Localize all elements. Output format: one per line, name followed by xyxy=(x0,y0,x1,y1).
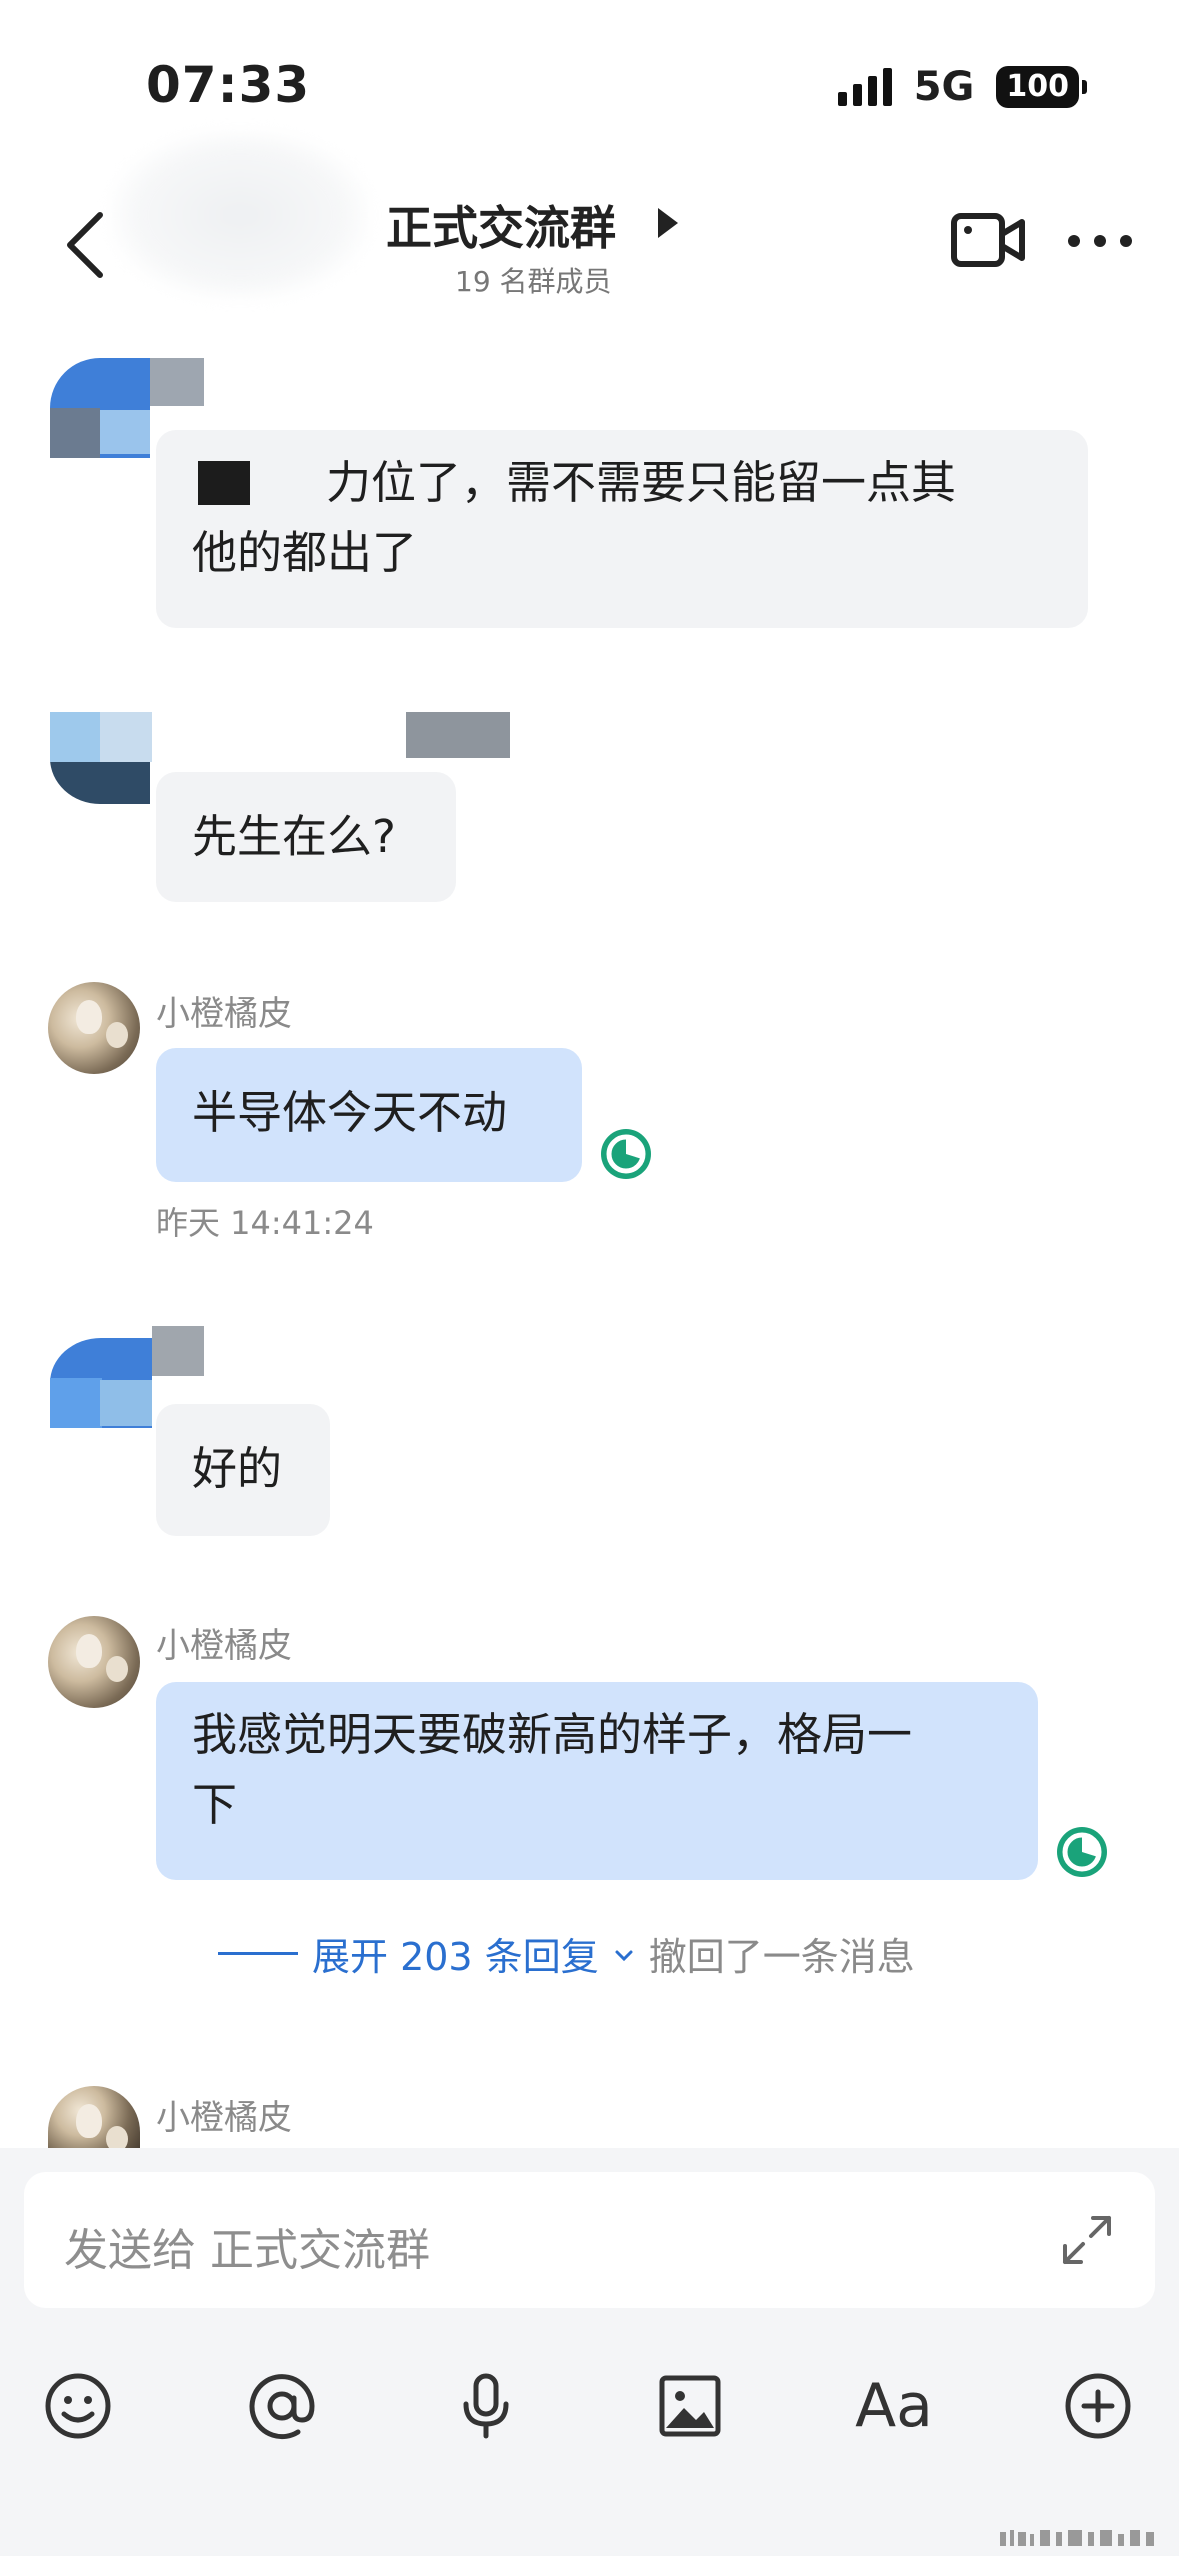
input-placeholder: 发送给 正式交流群 xyxy=(64,2225,430,2276)
caret-right-icon[interactable] xyxy=(658,208,678,238)
expand-replies-link[interactable]: 展开 203 条回复 xyxy=(312,1926,599,1981)
sender-name: 小橙橘皮 xyxy=(156,1626,292,1666)
message-text: 力位了，需不需要只能留一点其 xyxy=(326,456,957,509)
signal-icon xyxy=(837,68,892,106)
thread-reply-row: 展开 203 条回复 撤回了一条消息 xyxy=(218,1926,915,1981)
message-text: 他的都出了 xyxy=(192,526,418,579)
message-bubble[interactable]: 我感觉明天要破新高的样子，格局一 下 xyxy=(156,1682,1038,1880)
mosaic-block xyxy=(50,1378,102,1428)
avatar[interactable] xyxy=(48,1616,140,1708)
message-bubble[interactable]: 先生在么? xyxy=(156,772,456,902)
text-style-button[interactable]: Aa xyxy=(855,2368,933,2444)
sender-name: 小橙橘皮 xyxy=(156,2098,292,2138)
message-input[interactable]: 发送给 正式交流群 xyxy=(24,2172,1155,2308)
image-button[interactable] xyxy=(652,2368,728,2444)
message-text: 下 xyxy=(192,1778,238,1831)
text-style-icon: Aa xyxy=(855,2371,933,2441)
recall-notice: 撤回了一条消息 xyxy=(648,1935,915,1979)
reply-divider xyxy=(218,1952,298,1955)
video-camera-icon xyxy=(951,213,1025,267)
message-text: 先生在么? xyxy=(192,810,396,863)
mosaic-block xyxy=(150,358,204,406)
message-text: 好的 xyxy=(192,1442,283,1495)
read-receipt-icon xyxy=(1057,1827,1107,1877)
watermark-icon xyxy=(1000,2530,1154,2546)
emoji-button[interactable] xyxy=(40,2368,116,2444)
message-line: 力位了，需不需要只能留一点其 xyxy=(192,448,1052,518)
mosaic-block xyxy=(50,712,102,762)
member-count[interactable]: 19 名群成员 xyxy=(455,260,612,300)
message-bubble[interactable]: 半导体今天不动 xyxy=(156,1048,582,1182)
chat-screen: 07:33 5G 100 正式交流群 19 名群成员 力位了，需不需要只能留一点… xyxy=(0,0,1179,2556)
add-icon xyxy=(1065,2373,1131,2439)
read-receipt-icon xyxy=(601,1129,651,1179)
mosaic-block xyxy=(50,408,100,458)
redaction-block xyxy=(198,461,250,505)
status-time: 07:33 xyxy=(146,56,311,114)
microphone-icon xyxy=(463,2373,509,2439)
sender-name: 小橙橘皮 xyxy=(156,994,292,1034)
mention-icon xyxy=(249,2374,315,2440)
add-button[interactable] xyxy=(1060,2368,1136,2444)
message-text: 我感觉明天要破新高的样子，格局一 xyxy=(192,1708,913,1761)
composer-toolbar: Aa xyxy=(0,2368,1179,2478)
message-bubble[interactable]: 力位了，需不需要只能留一点其 他的都出了 xyxy=(156,430,1088,628)
battery-level: 100 xyxy=(1006,69,1069,104)
mosaic-block xyxy=(100,712,152,762)
message-timestamp: 昨天 14:41:24 xyxy=(156,1204,374,1242)
mention-button[interactable] xyxy=(244,2368,320,2444)
image-icon xyxy=(659,2375,721,2437)
message-bubble[interactable]: 好的 xyxy=(156,1404,330,1536)
more-options-button[interactable] xyxy=(1068,226,1140,256)
video-call-button[interactable] xyxy=(950,210,1026,270)
mosaic-block xyxy=(152,1326,204,1376)
blurred-header-area xyxy=(110,130,370,300)
avatar[interactable] xyxy=(48,982,140,1074)
dot-icon xyxy=(1068,235,1080,247)
avatar[interactable] xyxy=(48,2086,140,2148)
chevron-left-icon xyxy=(67,212,103,278)
expand-icon[interactable] xyxy=(1059,2212,1115,2268)
message-text: 半导体今天不动 xyxy=(192,1086,508,1139)
chat-title[interactable]: 正式交流群 xyxy=(386,192,616,258)
battery-icon: 100 xyxy=(996,66,1087,108)
status-indicators: 5G 100 xyxy=(837,64,1087,110)
network-type: 5G xyxy=(913,64,975,110)
mosaic-block xyxy=(100,1380,152,1426)
dot-icon xyxy=(1094,235,1106,247)
mosaic-block xyxy=(406,712,510,758)
chevron-down-icon[interactable] xyxy=(613,1945,635,1967)
voice-button[interactable] xyxy=(448,2368,524,2444)
mosaic-block xyxy=(100,410,150,454)
back-button[interactable] xyxy=(56,205,116,285)
composer-area: 发送给 正式交流群 Aa xyxy=(0,2148,1179,2556)
dot-icon xyxy=(1120,235,1132,247)
emoji-icon xyxy=(45,2373,111,2439)
